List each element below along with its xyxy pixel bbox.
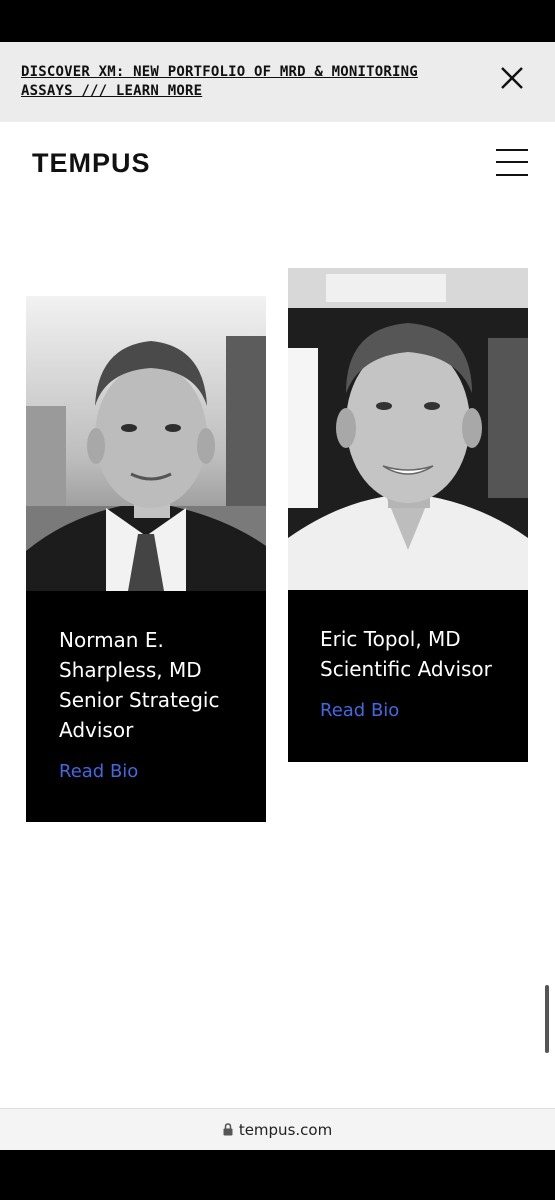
browser-viewport: DISCOVER xM: NEW PORTFOLIO OF MRD & MONI… <box>0 42 555 1150</box>
announcement-link[interactable]: DISCOVER xM: NEW PORTFOLIO OF MRD & MONI… <box>21 63 441 101</box>
read-bio-link[interactable]: Read Bio <box>320 700 399 721</box>
advisor-card-topol: Eric Topol, MD Scientific Advisor Read B… <box>288 268 528 762</box>
tempus-logo[interactable]: TEMPUS <box>32 148 151 179</box>
site-header: TEMPUS <box>0 122 555 207</box>
advisor-photo-topol <box>288 268 528 590</box>
advisor-role: Scientific Advisor <box>320 657 492 681</box>
advisor-info: Norman E. Sharpless, MD Senior Strategic… <box>26 591 266 822</box>
url-text: tempus.com <box>238 1121 333 1139</box>
page-scrollbar[interactable] <box>545 985 549 1053</box>
advisor-name: Norman E. Sharpless, MD <box>59 628 202 682</box>
advisor-info: Eric Topol, MD Scientific Advisor Read B… <box>288 590 528 762</box>
announcement-banner: DISCOVER xM: NEW PORTFOLIO OF MRD & MONI… <box>0 42 555 122</box>
advisor-role: Senior Strategic Advisor <box>59 688 220 742</box>
status-bar <box>0 0 555 42</box>
close-icon[interactable] <box>500 66 524 90</box>
lock-icon <box>223 1122 233 1140</box>
browser-url-bar[interactable]: tempus.com <box>0 1108 555 1150</box>
read-bio-link[interactable]: Read Bio <box>59 761 138 782</box>
advisor-name: Eric Topol, MD <box>320 627 461 651</box>
url-display: tempus.com <box>0 1121 555 1140</box>
bottom-bar <box>0 1150 555 1200</box>
advisor-card-sharpless: Norman E. Sharpless, MD Senior Strategic… <box>26 296 266 822</box>
hamburger-menu-icon[interactable] <box>496 147 528 177</box>
advisor-photo-sharpless <box>26 296 266 591</box>
